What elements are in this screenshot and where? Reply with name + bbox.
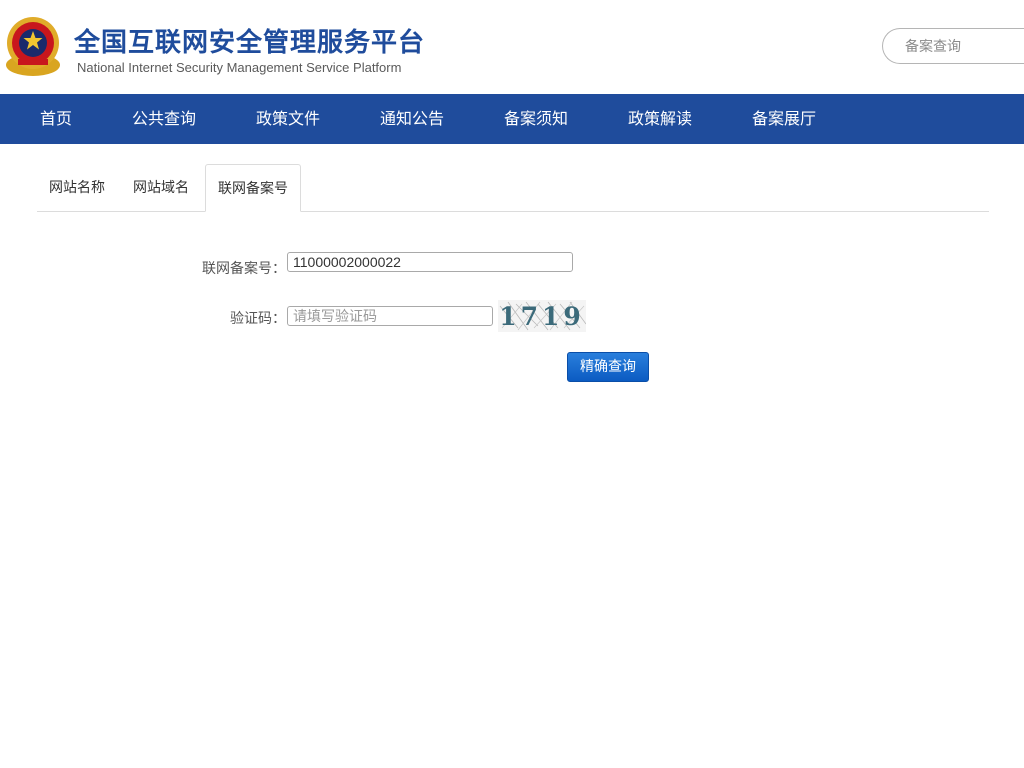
tab-record-number[interactable]: 联网备案号: [205, 164, 301, 212]
captcha-image[interactable]: 1719: [498, 300, 586, 332]
nav-item-public-query[interactable]: 公共查询: [132, 94, 196, 144]
nav-item-policy-documents[interactable]: 政策文件: [256, 94, 320, 144]
captcha-text: 1719: [499, 302, 585, 331]
nav-item-home[interactable]: 首页: [40, 94, 72, 144]
record-number-input[interactable]: [287, 252, 573, 272]
captcha-label: 验证码：: [230, 311, 286, 327]
main-nav: 首页 公共查询 政策文件 通知公告 备案须知 政策解读 备案展厅: [0, 94, 1024, 144]
national-emblem-icon: [6, 17, 60, 76]
tab-website-domain[interactable]: 网站域名: [121, 164, 201, 212]
nav-item-filing-guide[interactable]: 备案须知: [504, 94, 568, 144]
captcha-input[interactable]: [287, 306, 493, 326]
tab-website-name[interactable]: 网站名称: [37, 164, 117, 212]
site-title: 全国互联网安全管理服务平台: [74, 28, 426, 58]
site-subtitle: National Internet Security Management Se…: [77, 60, 402, 75]
exact-query-button[interactable]: 精确查询: [567, 352, 649, 382]
record-search-input[interactable]: [882, 28, 1024, 64]
record-number-label: 联网备案号：: [202, 261, 286, 277]
nav-item-filing-hall[interactable]: 备案展厅: [752, 94, 816, 144]
query-tabs: 网站名称 网站域名 联网备案号: [37, 164, 989, 212]
nav-item-policy-interpretation[interactable]: 政策解读: [628, 94, 692, 144]
nav-item-notices[interactable]: 通知公告: [380, 94, 444, 144]
site-header: 全国互联网安全管理服务平台 National Internet Security…: [0, 0, 1024, 94]
